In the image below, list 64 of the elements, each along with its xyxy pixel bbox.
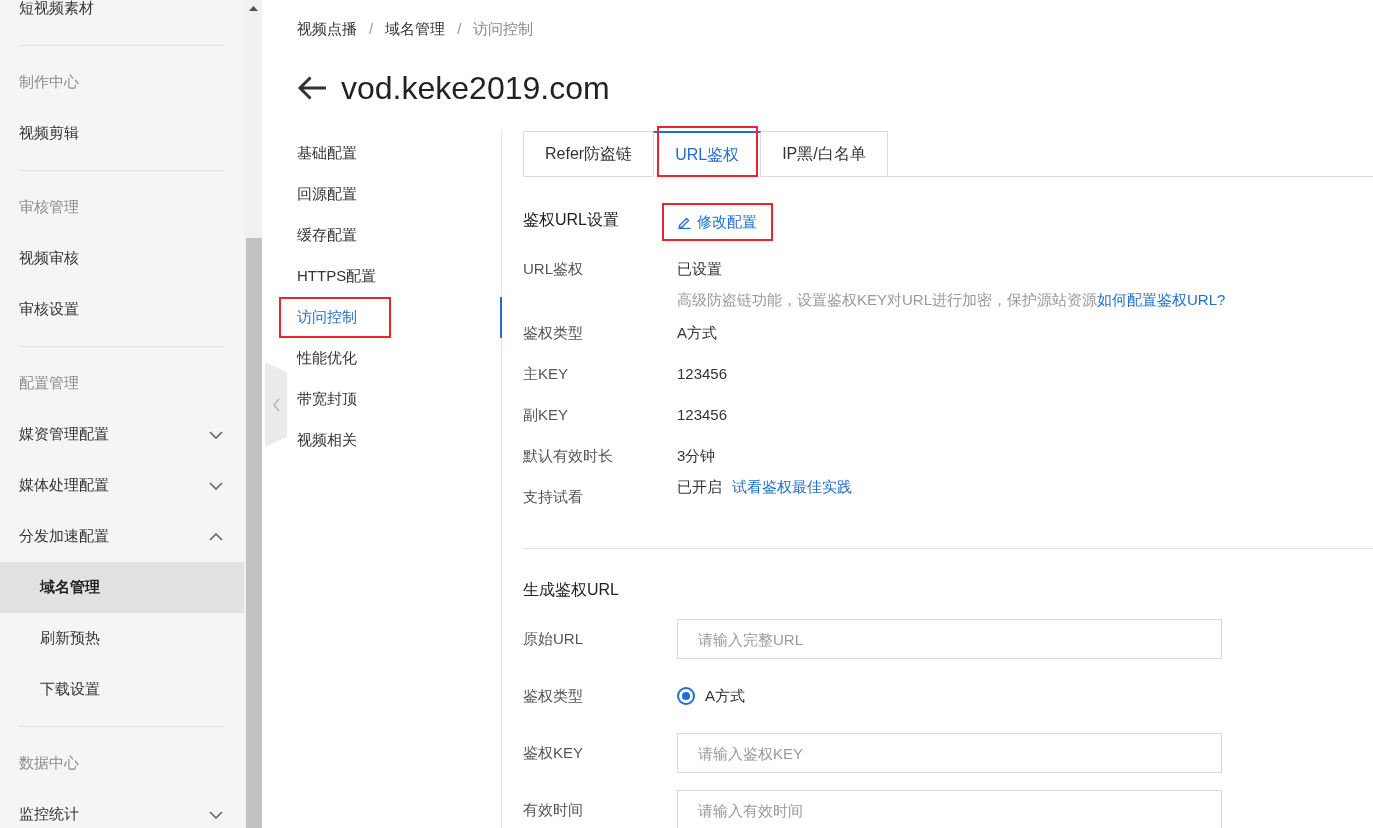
help-link[interactable]: 试看鉴权最佳实践 [732, 475, 852, 499]
back-arrow-icon[interactable] [297, 76, 327, 100]
breadcrumb-separator: / [457, 18, 462, 39]
field-value: A方式 [677, 323, 717, 344]
field-label: 副KEY [523, 405, 569, 426]
config-nav-item[interactable]: HTTPS配置 [279, 256, 502, 297]
sidebar-item[interactable]: 视频审核 [0, 233, 244, 284]
tab[interactable]: Refer防盗链 [523, 131, 655, 177]
sidebar-item[interactable]: 下载设置 [0, 664, 244, 715]
field-value: 3分钟 [677, 446, 716, 467]
config-nav-item[interactable]: 带宽封顶 [279, 379, 502, 420]
config-nav-item[interactable]: 回源配置 [279, 174, 502, 215]
sidebar-section-heading: 审核管理 [19, 197, 79, 218]
breadcrumb-current: 访问控制 [473, 18, 534, 39]
section-title: 鉴权URL设置 [523, 209, 620, 230]
field-value: 123456 [677, 405, 728, 426]
sidebar-item[interactable]: 刷新预热 [0, 613, 244, 664]
section-title: 生成鉴权URL [523, 580, 619, 600]
field-value: 123456 [677, 364, 728, 385]
input-field[interactable]: 请输入完整URL [677, 619, 1222, 659]
config-nav-item[interactable]: 缓存配置 [279, 215, 502, 256]
breadcrumb-link[interactable]: 域名管理 [385, 17, 446, 41]
config-nav-item[interactable]: 基础配置 [279, 133, 502, 174]
radio-label: A方式 [705, 685, 745, 706]
config-nav-item[interactable]: 视频相关 [279, 420, 502, 461]
sidebar-item[interactable]: 域名管理 [0, 562, 244, 613]
scroll-up-arrow-icon[interactable] [248, 6, 258, 11]
tab[interactable]: IP黑/白名单 [760, 131, 888, 177]
sidebar-group[interactable]: 监控统计 [0, 789, 244, 828]
sidebar-item[interactable]: 视频剪辑 [0, 108, 244, 159]
field-label: 原始URL [523, 628, 584, 649]
breadcrumb-link[interactable]: 视频点播 [297, 17, 357, 41]
scrollbar-thumb[interactable] [246, 238, 262, 828]
radio-button[interactable] [677, 687, 695, 705]
page-title: vod.keke2019.com [341, 69, 610, 108]
input-field[interactable]: 请输入有效时间 [677, 790, 1222, 828]
sidebar-group[interactable]: 媒资管理配置 [0, 409, 244, 460]
chevron-left-icon [272, 397, 280, 412]
field-value: 已设置 [677, 259, 723, 280]
field-label: 默认有效时长 [523, 446, 614, 467]
field-label: 有效时间 [523, 799, 584, 820]
field-label: 主KEY [523, 364, 569, 385]
field-value: 已开启 [677, 476, 722, 497]
hint-text: 高级防盗链功能，设置鉴权KEY对URL进行加密，保护源站资源 [677, 289, 1098, 310]
sidebar-section-heading: 制作中心 [19, 72, 79, 93]
input-field[interactable]: 请输入鉴权KEY [677, 733, 1222, 773]
sidebar-item[interactable]: 短视频素材 [0, 0, 244, 34]
sidebar-group[interactable]: 分发加速配置 [0, 511, 244, 562]
help-link[interactable]: 如何配置鉴权URL? [1097, 288, 1226, 312]
sidebar-group[interactable]: 媒体处理配置 [0, 460, 244, 511]
field-label: 鉴权类型 [523, 685, 584, 706]
field-label: 鉴权KEY [523, 742, 584, 763]
edit-config-button[interactable]: 修改配置 [662, 203, 773, 241]
field-label: 支持试看 [523, 487, 584, 507]
sidebar-section-heading: 配置管理 [19, 373, 79, 394]
field-label: 鉴权类型 [523, 323, 584, 344]
sidebar-item[interactable]: 审核设置 [0, 284, 244, 335]
sidebar-section-heading: 数据中心 [19, 753, 79, 774]
config-nav-item[interactable]: 性能优化 [279, 338, 502, 379]
field-label: URL鉴权 [523, 259, 584, 280]
pen-icon [678, 215, 691, 229]
config-nav-item[interactable]: 访问控制 [279, 297, 502, 338]
breadcrumb-separator: / [369, 18, 374, 39]
scrollbar[interactable] [244, 0, 262, 828]
